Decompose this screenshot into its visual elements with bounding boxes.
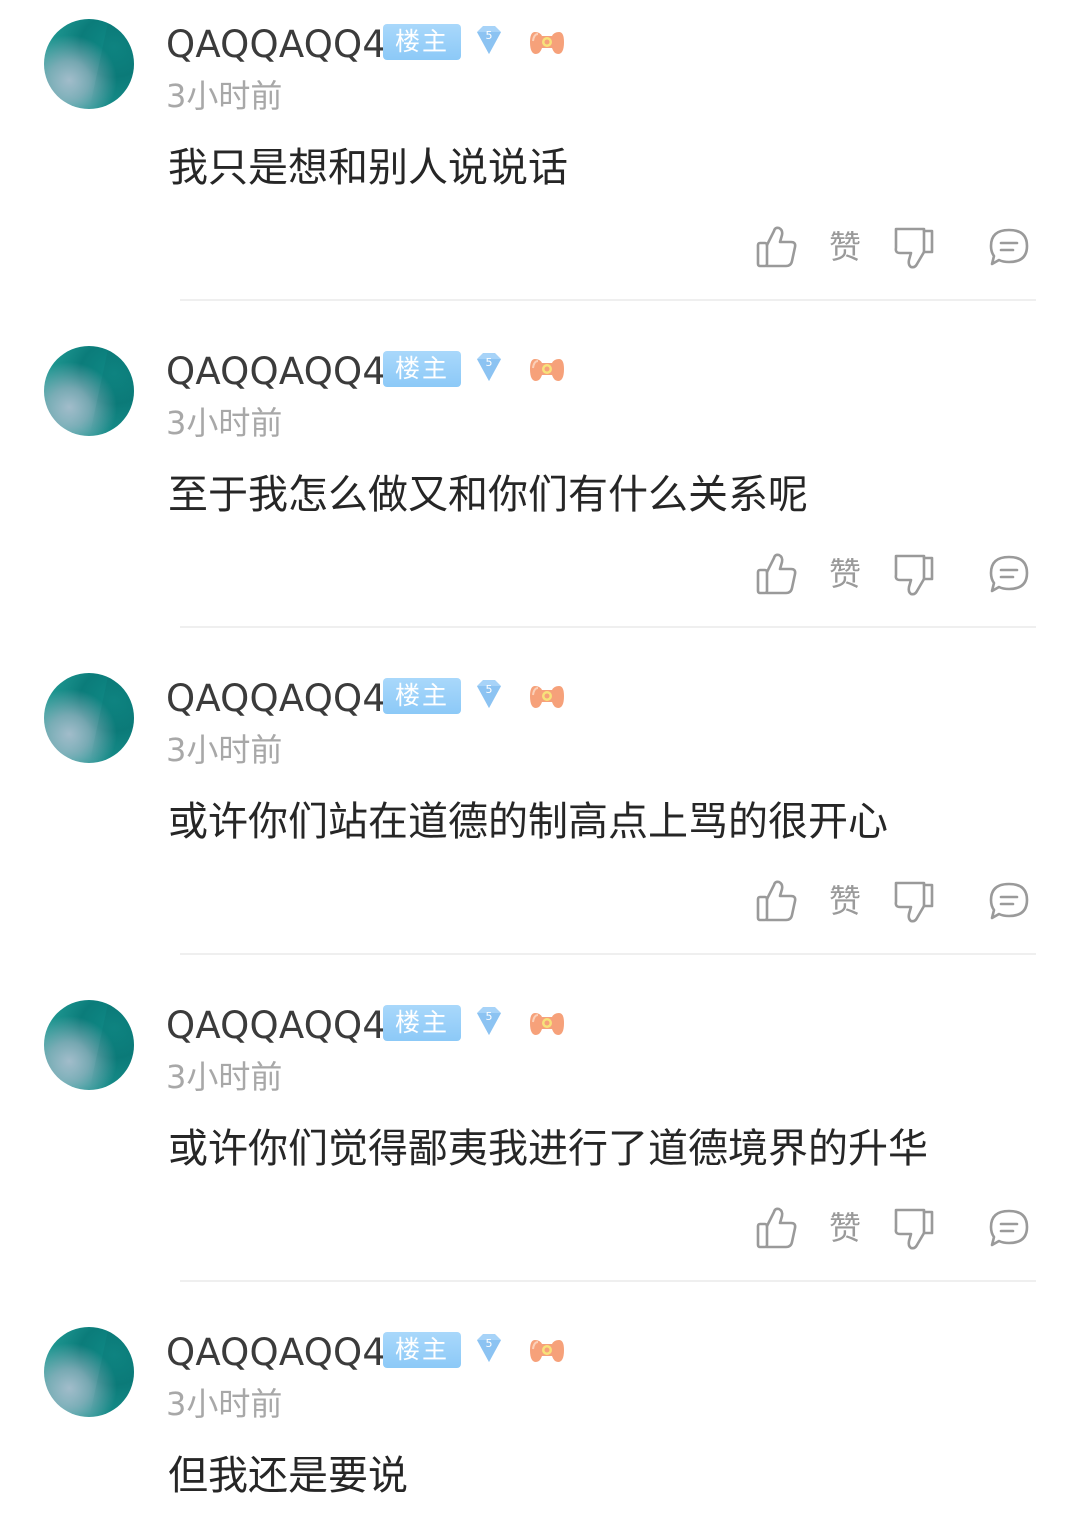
- comment-item: QAQQAQQ4 楼主 5 3小时前 至于我怎么做又和你们有什么关系呢 赞: [0, 327, 1078, 654]
- avatar[interactable]: [44, 346, 134, 436]
- level-number: 5: [486, 683, 493, 696]
- timestamp: 3小时前: [166, 404, 283, 442]
- username[interactable]: QAQQAQQ4: [166, 23, 386, 67]
- game-controller-icon[interactable]: [528, 1336, 566, 1366]
- op-badge: 楼主: [383, 1332, 461, 1368]
- comment-text[interactable]: 我只是想和别人说说话: [168, 142, 568, 194]
- game-controller-icon[interactable]: [528, 682, 566, 712]
- op-badge: 楼主: [383, 678, 461, 714]
- game-controller-icon[interactable]: [528, 1009, 566, 1039]
- comment-bubble-icon[interactable]: [988, 554, 1030, 594]
- op-badge: 楼主: [383, 24, 461, 60]
- comment-item: QAQQAQQ4 楼主 5 3小时前 我只是想和别人说说话 赞: [0, 0, 1078, 327]
- comment-bubble-icon[interactable]: [988, 1208, 1030, 1248]
- thumbs-up-icon[interactable]: [756, 1206, 798, 1250]
- diamond-level-icon[interactable]: 5: [471, 1003, 507, 1039]
- thumbs-up-icon[interactable]: [756, 225, 798, 269]
- diamond-level-icon[interactable]: 5: [471, 676, 507, 712]
- timestamp: 3小时前: [166, 1058, 283, 1096]
- like-label[interactable]: 赞: [829, 226, 861, 268]
- comment-text[interactable]: 至于我怎么做又和你们有什么关系呢: [168, 469, 808, 521]
- comment-item: QAQQAQQ4 楼主 5 3小时前 但我还是要说: [0, 1308, 1078, 1530]
- level-number: 5: [486, 1337, 493, 1350]
- comment-text[interactable]: 或许你们觉得鄙夷我进行了道德境界的升华: [168, 1123, 928, 1175]
- username[interactable]: QAQQAQQ4: [166, 677, 386, 721]
- comment-list: QAQQAQQ4 楼主 5 3小时前 我只是想和别人说说话 赞 QAQQAQQ4…: [0, 0, 1078, 1530]
- divider: [180, 299, 1036, 301]
- diamond-level-icon[interactable]: 5: [471, 1330, 507, 1366]
- op-badge: 楼主: [383, 351, 461, 387]
- thumbs-down-icon[interactable]: [893, 553, 935, 597]
- timestamp: 3小时前: [166, 77, 283, 115]
- timestamp: 3小时前: [166, 731, 283, 769]
- comment-bubble-icon[interactable]: [988, 227, 1030, 267]
- username[interactable]: QAQQAQQ4: [166, 350, 386, 394]
- divider: [180, 953, 1036, 955]
- diamond-level-icon[interactable]: 5: [471, 349, 507, 385]
- like-label[interactable]: 赞: [829, 880, 861, 922]
- comment-bubble-icon[interactable]: [988, 881, 1030, 921]
- thumbs-down-icon[interactable]: [893, 1207, 935, 1251]
- level-number: 5: [486, 29, 493, 42]
- op-badge: 楼主: [383, 1005, 461, 1041]
- username[interactable]: QAQQAQQ4: [166, 1331, 386, 1375]
- comment-item: QAQQAQQ4 楼主 5 3小时前 或许你们站在道德的制高点上骂的很开心 赞: [0, 654, 1078, 981]
- divider: [180, 1280, 1036, 1282]
- avatar[interactable]: [44, 19, 134, 109]
- divider: [180, 626, 1036, 628]
- avatar[interactable]: [44, 673, 134, 763]
- game-controller-icon[interactable]: [528, 355, 566, 385]
- avatar[interactable]: [44, 1327, 134, 1417]
- thumbs-down-icon[interactable]: [893, 226, 935, 270]
- like-label[interactable]: 赞: [829, 553, 861, 595]
- timestamp: 3小时前: [166, 1385, 283, 1423]
- level-number: 5: [486, 1010, 493, 1023]
- comment-text[interactable]: 或许你们站在道德的制高点上骂的很开心: [168, 796, 888, 848]
- thumbs-up-icon[interactable]: [756, 552, 798, 596]
- thumbs-up-icon[interactable]: [756, 879, 798, 923]
- avatar[interactable]: [44, 1000, 134, 1090]
- game-controller-icon[interactable]: [528, 28, 566, 58]
- like-label[interactable]: 赞: [829, 1207, 861, 1249]
- comment-item: QAQQAQQ4 楼主 5 3小时前 或许你们觉得鄙夷我进行了道德境界的升华 赞: [0, 981, 1078, 1308]
- username[interactable]: QAQQAQQ4: [166, 1004, 386, 1048]
- diamond-level-icon[interactable]: 5: [471, 22, 507, 58]
- thumbs-down-icon[interactable]: [893, 880, 935, 924]
- comment-text[interactable]: 但我还是要说: [168, 1450, 408, 1502]
- level-number: 5: [486, 356, 493, 369]
